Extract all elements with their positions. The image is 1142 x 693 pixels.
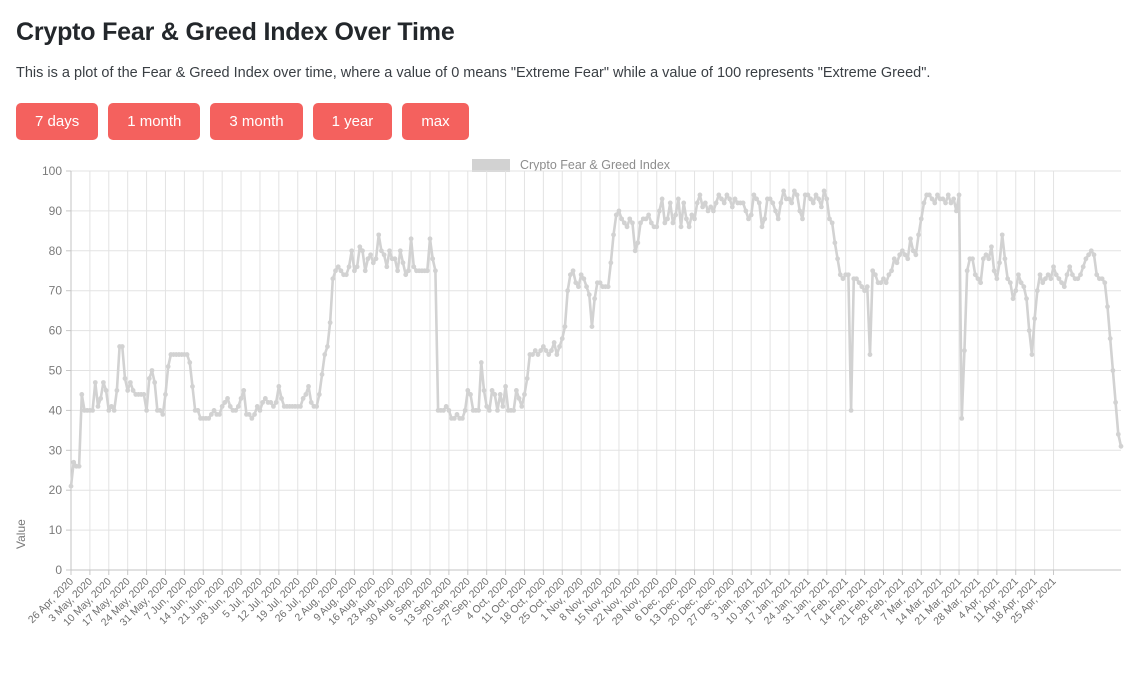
range-button-7-days[interactable]: 7 days bbox=[16, 103, 99, 140]
svg-text:50: 50 bbox=[49, 364, 63, 378]
range-button-1-month[interactable]: 1 month bbox=[108, 103, 201, 140]
range-button-group: 7 days 1 month 3 month 1 year max bbox=[16, 81, 1126, 140]
svg-text:40: 40 bbox=[49, 403, 63, 417]
svg-text:90: 90 bbox=[49, 204, 63, 218]
range-button-max[interactable]: max bbox=[402, 103, 469, 140]
line-chart-plot: 010203040506070809010026 Apr, 20203 May,… bbox=[26, 164, 1124, 629]
range-button-3-month[interactable]: 3 month bbox=[210, 103, 303, 140]
svg-text:10: 10 bbox=[49, 523, 63, 537]
svg-text:20: 20 bbox=[49, 483, 63, 497]
svg-text:100: 100 bbox=[42, 164, 62, 178]
svg-text:30: 30 bbox=[49, 443, 63, 457]
page-container: Crypto Fear & Greed Index Over Time This… bbox=[0, 0, 1142, 140]
page-title: Crypto Fear & Greed Index Over Time bbox=[16, 18, 455, 46]
svg-text:60: 60 bbox=[49, 324, 63, 338]
page-subtitle: This is a plot of the Fear & Greed Index… bbox=[16, 65, 931, 81]
svg-text:70: 70 bbox=[49, 284, 63, 298]
range-button-1-year[interactable]: 1 year bbox=[312, 103, 393, 140]
svg-text:0: 0 bbox=[55, 563, 62, 577]
chart-container: Crypto Fear & Greed Index Value 0 10 20 30 4… bbox=[0, 154, 1142, 654]
svg-text:80: 80 bbox=[49, 244, 63, 258]
